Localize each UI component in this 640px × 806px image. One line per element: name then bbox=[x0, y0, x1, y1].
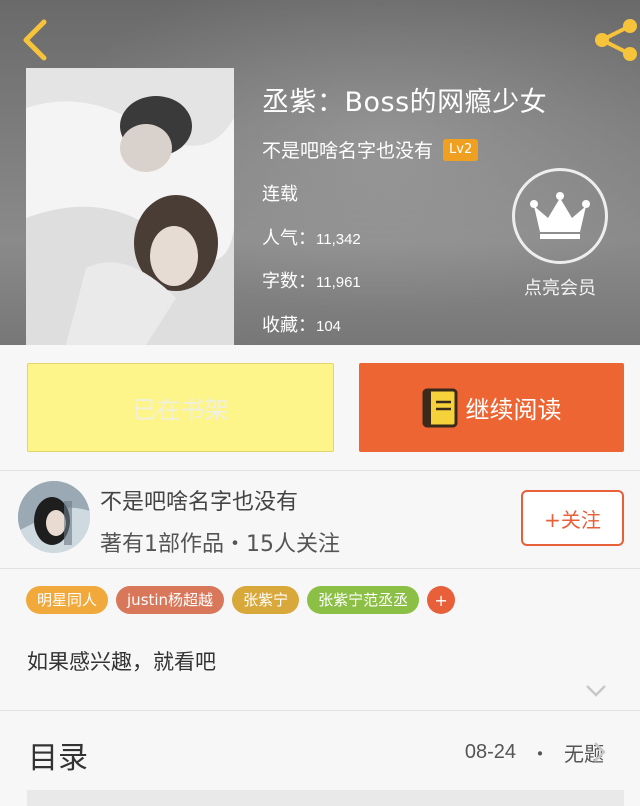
book-header: 丞紫：Boss的网瘾少女 不是吧啥名字也没有 Lv2 连载 人气：11,342 … bbox=[0, 0, 640, 345]
author-name[interactable]: 不是吧啥名字也没有 bbox=[100, 484, 298, 516]
continue-reading-label: 继续阅读 bbox=[465, 396, 562, 424]
tag-item[interactable]: 张紫宁范丞丞 bbox=[307, 586, 420, 614]
book-title: 丞紫：Boss的网瘾少女 bbox=[262, 87, 548, 118]
stat-popularity: 人气：11,342 bbox=[262, 224, 361, 250]
share-icon bbox=[595, 19, 637, 61]
toc-latest-chapter[interactable]: 08-24 ・ 无题 bbox=[465, 738, 604, 767]
author-avatar[interactable] bbox=[18, 481, 90, 553]
tag-item[interactable]: 明星同人 bbox=[26, 586, 109, 614]
share-button[interactable] bbox=[592, 18, 638, 62]
tag-item[interactable]: justin杨超越 bbox=[116, 586, 225, 614]
toc-separator: ・ bbox=[530, 742, 550, 766]
author-line: 不是吧啥名字也没有 Lv2 bbox=[262, 136, 479, 163]
vip-label: 点亮会员 bbox=[524, 278, 596, 299]
author-name-header[interactable]: 不是吧啥名字也没有 bbox=[262, 136, 433, 163]
author-meta: 著有1部作品・15人关注 bbox=[100, 532, 340, 557]
more-tags-button[interactable]: + bbox=[427, 586, 456, 614]
stat-word-count-value: 11,961 bbox=[316, 274, 361, 291]
back-icon bbox=[23, 19, 47, 61]
vip-circle bbox=[512, 168, 608, 264]
avatar-image bbox=[18, 481, 90, 553]
chapter-list-preview bbox=[27, 790, 624, 806]
stat-word-count-label: 字数： bbox=[262, 271, 316, 292]
tag-list: 明星同人 justin杨超越 张紫宁 张紫宁范丞丞 + bbox=[26, 586, 456, 614]
back-button[interactable] bbox=[18, 18, 58, 62]
continue-reading-button[interactable]: 继续阅读 bbox=[359, 363, 624, 452]
stat-popularity-value: 11,342 bbox=[316, 231, 361, 248]
crown-icon bbox=[530, 192, 590, 239]
divider bbox=[0, 710, 640, 711]
follow-button[interactable]: +关注 bbox=[521, 490, 624, 546]
tag-item[interactable]: 张紫宁 bbox=[232, 586, 300, 614]
toc-title[interactable]: 目录 bbox=[28, 733, 88, 777]
on-shelf-label: 已在书架 bbox=[132, 396, 229, 424]
stat-word-count: 字数：11,961 bbox=[262, 267, 361, 293]
stat-favorites-value: 104 bbox=[316, 318, 342, 335]
toc-latest-date: 08-24 bbox=[464, 741, 516, 763]
cover-illustration bbox=[26, 68, 234, 345]
toc-open-button[interactable] bbox=[592, 741, 606, 763]
level-badge: Lv2 bbox=[443, 138, 479, 161]
on-shelf-button[interactable]: 已在书架 bbox=[27, 363, 334, 452]
vip-button[interactable]: 点亮会员 bbox=[508, 168, 612, 308]
chevron-down-icon bbox=[586, 685, 606, 697]
expand-description-button[interactable] bbox=[584, 683, 608, 699]
serial-status: 连载 bbox=[262, 184, 298, 205]
divider bbox=[0, 568, 640, 569]
book-description: 如果感兴趣，就看吧 bbox=[27, 650, 216, 674]
stat-favorites: 收藏：104 bbox=[262, 311, 341, 337]
book-cover[interactable] bbox=[26, 68, 234, 345]
divider bbox=[0, 470, 640, 471]
book-icon bbox=[422, 388, 457, 427]
chevron-right-icon bbox=[594, 742, 606, 762]
stat-favorites-label: 收藏： bbox=[262, 315, 316, 336]
stat-popularity-label: 人气： bbox=[262, 228, 316, 249]
